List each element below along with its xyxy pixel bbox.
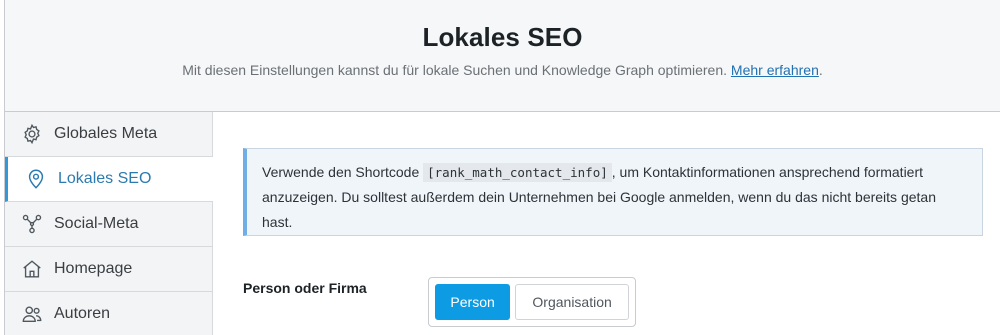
- organisation-option-button[interactable]: Organisation: [515, 284, 629, 320]
- subtitle-trailing: .: [818, 62, 823, 78]
- person-or-company-label: Person oder Firma: [243, 280, 367, 296]
- page-header: Lokales SEO Mit diesen Einstellungen kan…: [4, 0, 1000, 112]
- subtitle-text: Mit diesen Einstellungen kannst du für l…: [182, 62, 728, 78]
- person-or-company-toggle: Person Organisation: [428, 277, 636, 327]
- share-nodes-icon: [21, 213, 43, 235]
- location-pin-icon: [25, 168, 47, 190]
- page-title: Lokales SEO: [422, 22, 583, 52]
- settings-sidebar: Globales Meta Lokales SEO Social-Meta Ho…: [4, 112, 213, 335]
- sidebar-item-social-meta[interactable]: Social-Meta: [5, 202, 213, 247]
- learn-more-link[interactable]: Mehr erfahren: [731, 62, 819, 78]
- sidebar-item-homepage[interactable]: Homepage: [5, 247, 213, 292]
- shortcode-code: [rank_math_contact_info]: [423, 163, 612, 182]
- home-icon: [21, 258, 43, 280]
- notice-text-before: Verwende den Shortcode: [262, 164, 424, 180]
- sidebar-item-globales-meta[interactable]: Globales Meta: [5, 112, 213, 157]
- sidebar-item-label: Homepage: [54, 260, 133, 277]
- users-icon: [21, 303, 43, 325]
- shortcode-notice: Verwende den Shortcode [rank_math_contac…: [243, 148, 983, 236]
- sidebar-item-label: Social-Meta: [54, 215, 139, 232]
- person-option-button[interactable]: Person: [435, 284, 511, 320]
- sidebar-item-label: Globales Meta: [54, 125, 158, 142]
- sidebar-item-lokales-seo[interactable]: Lokales SEO: [5, 157, 213, 202]
- page-subtitle: Mit diesen Einstellungen kannst du für l…: [5, 62, 1000, 78]
- sidebar-item-autoren[interactable]: Autoren: [5, 292, 213, 335]
- gear-icon: [21, 123, 43, 145]
- sidebar-item-label: Autoren: [54, 305, 111, 322]
- sidebar-item-label: Lokales SEO: [58, 170, 152, 187]
